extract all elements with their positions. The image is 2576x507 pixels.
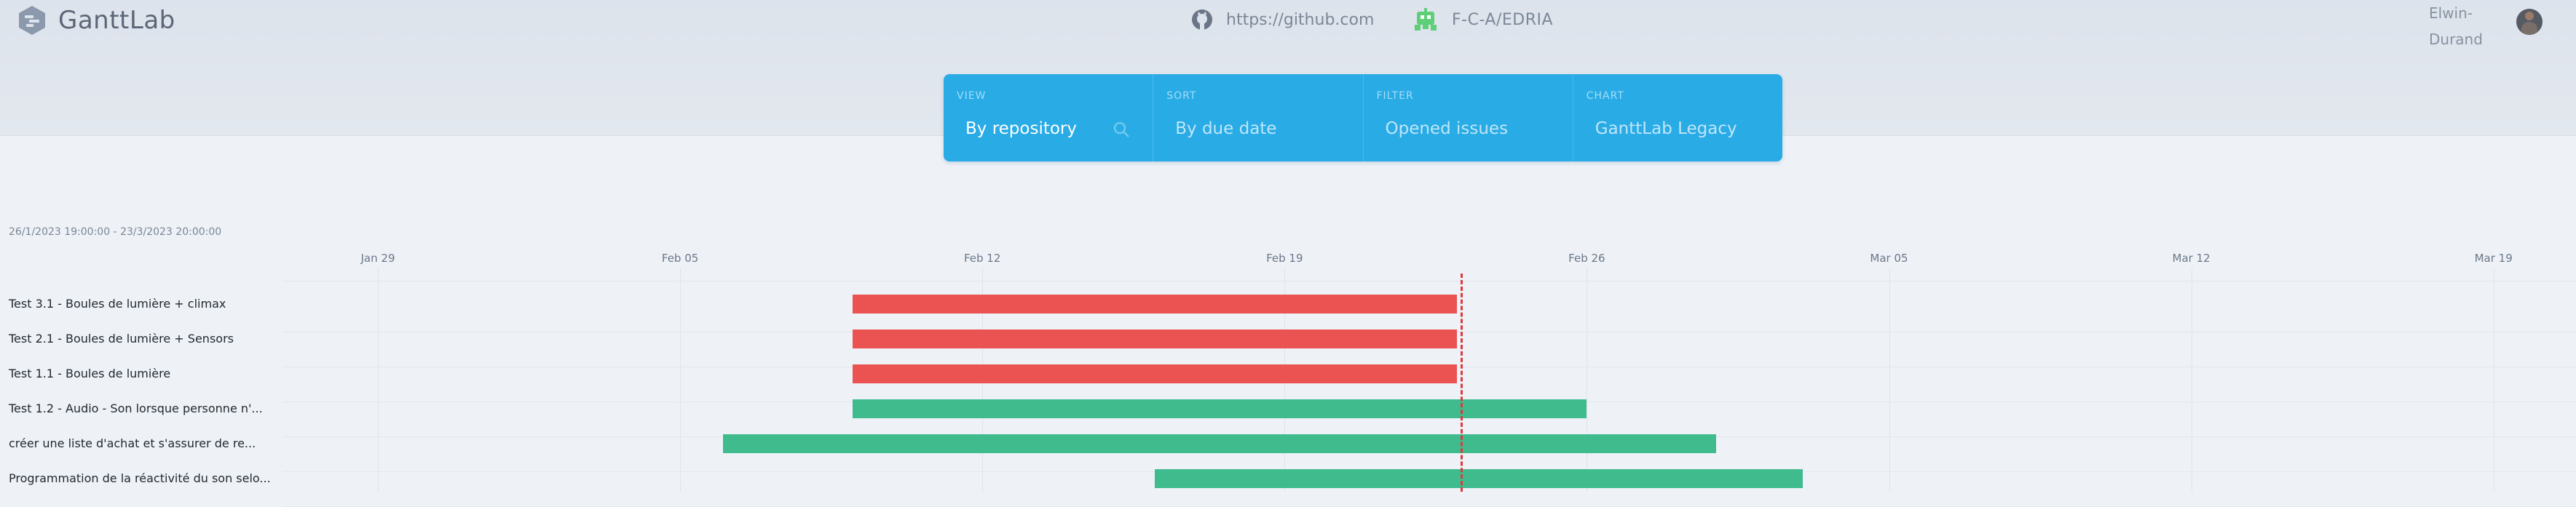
axis-tick-label: Mar 12 — [2172, 252, 2210, 265]
source-link[interactable]: https://github.com — [1191, 9, 1374, 31]
source-url: https://github.com — [1226, 10, 1375, 29]
grid-line — [378, 268, 379, 492]
axis-tick-label: Feb 05 — [661, 252, 699, 265]
row-divider — [283, 281, 2576, 282]
today-marker — [1461, 274, 1463, 492]
chart-value: GanttLab Legacy — [1595, 119, 1737, 138]
ganttlab-logo-icon — [19, 6, 45, 35]
view-selector[interactable]: VIEW By repository — [944, 74, 1154, 161]
issue-bar[interactable] — [723, 434, 1717, 453]
app-title: GanttLab — [58, 6, 175, 35]
axis-tick-label: Jan 29 — [360, 252, 395, 265]
issue-bar[interactable] — [853, 330, 1458, 348]
issue-title[interactable]: Test 1.1 - Boules de lumière — [9, 367, 170, 380]
issue-title[interactable]: Test 3.1 - Boules de lumière + climax — [9, 297, 226, 311]
filter-value: Opened issues — [1385, 119, 1509, 138]
view-label: VIEW — [957, 90, 987, 102]
date-range: 26/1/2023 19:00:00 - 23/3/2023 20:00:00 — [9, 226, 222, 238]
repository-link[interactable]: F-C-A/EDRIA — [1413, 7, 1553, 32]
issue-title[interactable]: Test 1.2 - Audio - Son lorsque personne … — [9, 402, 263, 415]
avatar[interactable] — [2516, 9, 2543, 35]
sort-selector[interactable]: SORT By due date — [1153, 74, 1364, 161]
issue-bar[interactable] — [853, 295, 1458, 314]
axis-tick-label: Feb 12 — [963, 252, 1001, 265]
filter-label: FILTER — [1376, 90, 1414, 102]
settings-toolbar: VIEW By repository SORT By due date FILT… — [944, 74, 1782, 161]
sort-label: SORT — [1166, 90, 1197, 102]
filter-selector[interactable]: FILTER Opened issues — [1364, 74, 1573, 161]
issue-bar[interactable] — [1155, 469, 1803, 488]
sort-value: By due date — [1175, 119, 1277, 138]
issue-bar[interactable] — [853, 399, 1587, 418]
issue-title[interactable]: créer une liste d'achat et s'assurer de … — [9, 436, 256, 450]
gitlab-robot-icon — [1415, 8, 1437, 31]
grid-line — [1889, 268, 1890, 492]
axis-tick-label: Feb 19 — [1266, 252, 1303, 265]
axis-tick-label: Mar 19 — [2474, 252, 2513, 265]
issue-bar[interactable] — [853, 364, 1458, 383]
search-icon[interactable] — [1113, 121, 1130, 138]
chart-selector[interactable]: CHART GanttLab Legacy — [1573, 74, 1782, 161]
issue-title[interactable]: Programmation de la réactivité du son se… — [9, 471, 271, 485]
user-name-line2: Durand — [2429, 31, 2483, 48]
user-name[interactable]: Elwin- Durand — [2429, 0, 2483, 52]
chart-label: CHART — [1586, 90, 1624, 102]
axis-tick-label: Feb 26 — [1568, 252, 1605, 265]
axis-tick-label: Mar 05 — [1870, 252, 1908, 265]
github-icon — [1192, 9, 1212, 30]
grid-line — [680, 268, 681, 492]
repository-name: F-C-A/EDRIA — [1452, 10, 1554, 29]
view-value: By repository — [965, 119, 1078, 138]
app-logo[interactable]: GanttLab — [17, 4, 175, 36]
user-name-line1: Elwin- — [2429, 4, 2473, 22]
issue-title[interactable]: Test 2.1 - Boules de lumière + Sensors — [9, 332, 234, 346]
